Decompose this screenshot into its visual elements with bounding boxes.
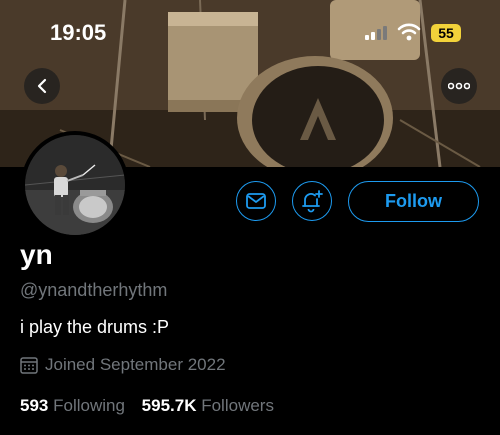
more-icon: [448, 82, 470, 90]
joined-text: Joined September 2022: [45, 355, 226, 374]
followers-link[interactable]: 595.7K Followers: [142, 396, 274, 415]
notifications-button[interactable]: [292, 181, 332, 221]
status-time: 19:05: [50, 20, 107, 45]
mail-icon: [246, 193, 266, 209]
chevron-left-icon: [37, 78, 47, 94]
display-name: yn: [20, 239, 53, 270]
wifi-icon: [397, 23, 421, 41]
more-button[interactable]: [441, 68, 477, 104]
followers-label: Followers: [201, 396, 274, 415]
avatar-drummer-photo: [25, 135, 125, 235]
following-count: 593: [20, 396, 49, 415]
joined-date: Joined September 2022: [20, 355, 226, 375]
signal-icon: [365, 26, 387, 40]
follow-button[interactable]: Follow: [348, 181, 479, 222]
calendar-icon: [20, 357, 38, 374]
message-button[interactable]: [236, 181, 276, 221]
bio: i play the drums :P: [20, 317, 170, 337]
status-bar: 19:05 55: [0, 0, 500, 62]
user-handle: @ynandtherhythm: [20, 280, 168, 300]
follow-stats: 593 Following 595.7K Followers: [20, 396, 286, 416]
battery-indicator: 55: [431, 24, 461, 42]
followers-count: 595.7K: [141, 396, 197, 415]
avatar[interactable]: [21, 131, 129, 239]
bell-plus-icon: [302, 190, 323, 213]
back-button[interactable]: [24, 68, 60, 104]
following-link[interactable]: 593 Following: [20, 396, 130, 415]
following-label: Following: [53, 396, 125, 415]
